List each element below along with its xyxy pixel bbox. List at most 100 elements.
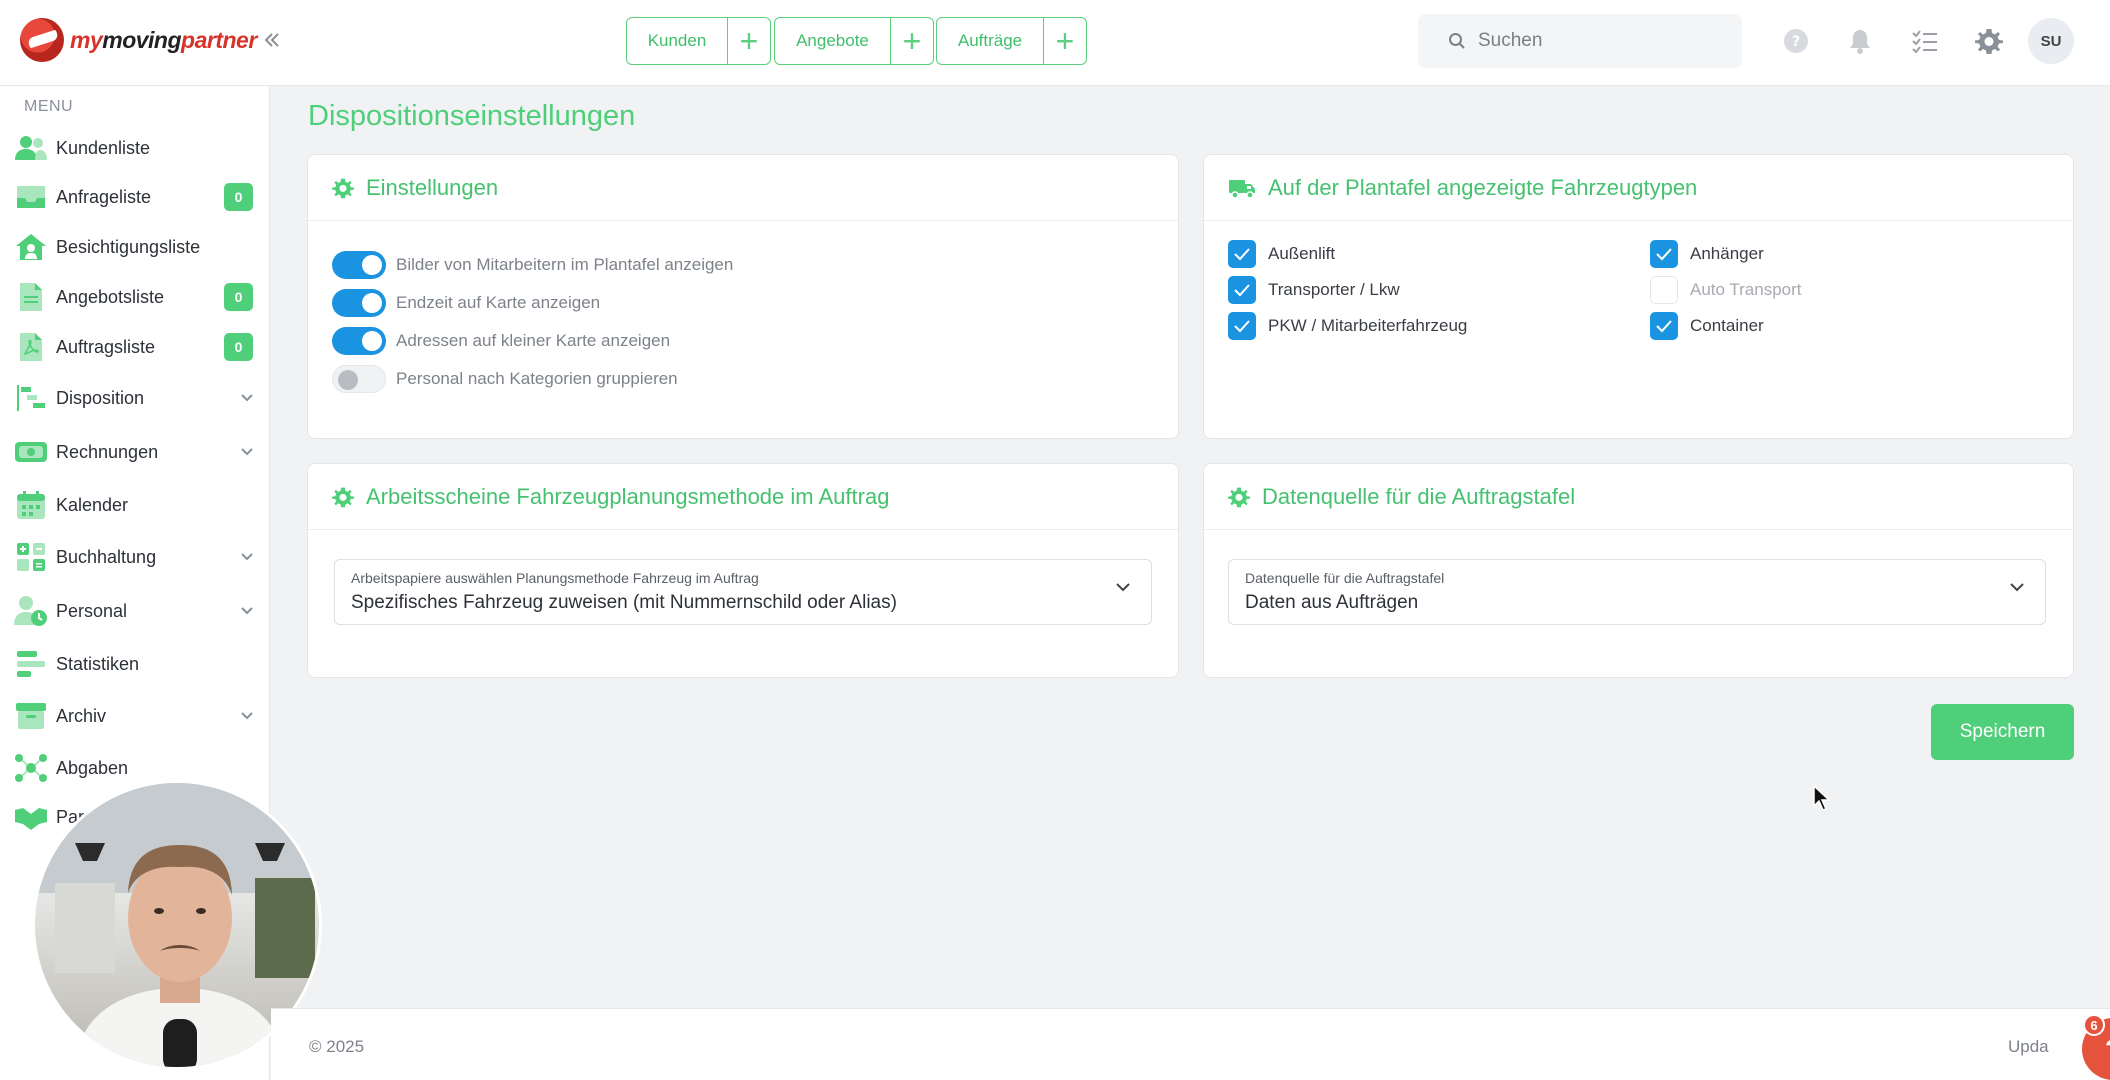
toggle-label: Endzeit auf Karte anzeigen [396, 293, 601, 312]
sidebar-item-label: Abgaben [56, 757, 129, 778]
checkbox[interactable] [1228, 312, 1256, 340]
bell-icon[interactable] [1843, 24, 1877, 58]
sidebar-item-label: Anfrageliste [56, 186, 152, 207]
checkbox[interactable] [1228, 276, 1256, 304]
settings-card: Einstellungen Bilder von Mitarbeitern im… [307, 154, 1179, 439]
copyright-text: © 2025 [309, 1037, 365, 1056]
checkbox-row-anhaenger: Anhänger [1650, 239, 1764, 269]
vehicle-planning-method-select[interactable]: Arbeitspapiere auswählen Planungsmethode… [334, 559, 1152, 625]
data-source-select[interactable]: Datenquelle für die Auftragstafel Daten … [1228, 559, 2046, 625]
sidebar-item-abgaben[interactable]: Abgaben [0, 748, 270, 788]
chevron-down-icon [2010, 583, 2024, 592]
page-footer: © 2025 Upda [271, 1008, 2110, 1080]
svg-text:?: ? [1792, 34, 1800, 50]
worksheet-method-card: Arbeitsscheine Fahrzeugplanungsmethode i… [307, 463, 1179, 678]
sidebar-item-anfrageliste[interactable]: Anfrageliste 0 [0, 177, 270, 217]
app-logo[interactable]: mymovingpartner [20, 18, 257, 62]
chevron-down-icon [240, 444, 254, 460]
handshake-icon [14, 800, 48, 834]
top-header: mymovingpartner Kunden + Angebote + Auft… [0, 0, 2110, 86]
checkbox[interactable] [1650, 240, 1678, 268]
network-icon [14, 751, 48, 785]
save-button[interactable]: Speichern [1931, 704, 2074, 760]
pdf-icon [14, 330, 48, 364]
toggle-label: Adressen auf kleiner Karte anzeigen [396, 331, 671, 350]
checkbox-row-aussenlift: Außenlift [1228, 239, 1335, 269]
user-avatar[interactable]: SU [2028, 18, 2074, 64]
sidebar-item-rechnungen[interactable]: Rechnungen [0, 432, 270, 472]
checkbox-row-transporter: Transporter / Lkw [1228, 275, 1400, 305]
menu-title: MENU [24, 98, 74, 115]
quick-angebote-button[interactable]: Angebote [775, 18, 891, 64]
sidebar-item-archiv[interactable]: Archiv [0, 696, 270, 736]
inbox-icon [14, 180, 48, 214]
card-title: Auf der Plantafel angezeigte Fahrzeugtyp… [1268, 174, 1698, 200]
chevron-down-icon [240, 390, 254, 406]
sidebar-item-statistiken[interactable]: Statistiken [0, 644, 270, 684]
select-caption: Arbeitspapiere auswählen Planungsmethode… [351, 570, 759, 586]
logo-mark-icon [20, 18, 64, 62]
sidebar-item-label: Rechnungen [56, 441, 159, 462]
sidebar-item-label: Kundenliste [56, 137, 151, 158]
checkbox-label: Container [1690, 316, 1764, 335]
checkmark-icon [1234, 284, 1250, 297]
select-value: Daten aus Aufträgen [1245, 592, 1419, 613]
search-placeholder: Suchen [1478, 30, 1543, 51]
sidebar-item-disposition[interactable]: Disposition [0, 378, 270, 418]
sidebar-item-label: Personal [56, 600, 128, 621]
checkmark-icon [1656, 248, 1672, 261]
document-icon [14, 280, 48, 314]
checkbox[interactable] [1650, 276, 1678, 304]
gear-icon [332, 487, 354, 507]
gantt-icon [14, 381, 48, 415]
count-badge: 0 [224, 333, 253, 361]
sidebar-item-kundenliste[interactable]: Kundenliste [0, 128, 270, 168]
calendar-icon [14, 488, 48, 522]
collapse-sidebar-button[interactable] [252, 20, 292, 60]
sidebar-item-personal[interactable]: Personal [0, 591, 270, 631]
vehicle-types-card: Auf der Plantafel angezeigte Fahrzeugtyp… [1203, 154, 2074, 439]
toggle-switch[interactable] [332, 251, 386, 279]
sidebar-item-label: Statistiken [56, 653, 140, 674]
checkbox-row-pkw: PKW / Mitarbeiterfahrzeug [1228, 311, 1467, 341]
sidebar-item-label: Auftragsliste [56, 336, 156, 357]
sidebar-item-besichtigungsliste[interactable]: Besichtigungsliste [0, 227, 270, 267]
toggle-switch[interactable] [332, 327, 386, 355]
add-auftraege-plus-icon[interactable]: + [1044, 18, 1086, 64]
vehicle-types-card-header: Auf der Plantafel angezeigte Fahrzeugtyp… [1204, 155, 2073, 221]
sidebar-item-kalender[interactable]: Kalender [0, 485, 270, 525]
add-kunden-plus-icon[interactable]: + [728, 18, 770, 64]
gear-icon [1228, 487, 1250, 507]
checkbox[interactable] [1228, 240, 1256, 268]
toggle-switch[interactable] [332, 289, 386, 317]
data-source-card-header: Datenquelle für die Auftragstafel [1204, 464, 2073, 530]
checkbox[interactable] [1650, 312, 1678, 340]
tasks-checklist-icon[interactable] [1908, 24, 1942, 58]
checkbox-label: Anhänger [1690, 244, 1764, 263]
card-title: Datenquelle für die Auftragstafel [1262, 483, 1576, 509]
sidebar-item-label: Buchhaltung [56, 546, 157, 567]
sidebar-item-buchhaltung[interactable]: Buchhaltung [0, 537, 270, 577]
quick-kunden-button[interactable]: Kunden [627, 18, 728, 64]
sidebar-item-label: Angebotsliste [56, 286, 165, 307]
calculator-icon [14, 540, 48, 574]
sidebar-item-angebotsliste[interactable]: Angebotsliste 0 [0, 277, 270, 317]
gear-icon[interactable] [1972, 24, 2006, 58]
checkbox-label: Transporter / Lkw [1268, 280, 1400, 299]
search-icon [1449, 33, 1465, 49]
toggle-switch[interactable] [332, 365, 386, 393]
footer-update-text: Upda [2008, 1037, 2049, 1056]
chevron-down-icon [240, 603, 254, 619]
toggle-row-adressen: Adressen auf kleiner Karte anzeigen [332, 326, 670, 356]
chevron-down-icon [240, 549, 254, 565]
card-title: Einstellungen [366, 174, 499, 200]
help-icon[interactable]: ? [1779, 24, 1813, 58]
data-source-card: Datenquelle für die Auftragstafel Datenq… [1203, 463, 2074, 678]
staff-icon [14, 594, 48, 628]
card-title: Arbeitsscheine Fahrzeugplanungsmethode i… [366, 483, 890, 509]
chevron-down-icon [1116, 583, 1130, 592]
sidebar-item-auftragsliste[interactable]: Auftragsliste 0 [0, 327, 270, 367]
quick-auftraege-button[interactable]: Aufträge [937, 18, 1044, 64]
add-angebote-plus-icon[interactable]: + [891, 18, 933, 64]
search-box[interactable]: Suchen [1418, 14, 1742, 68]
